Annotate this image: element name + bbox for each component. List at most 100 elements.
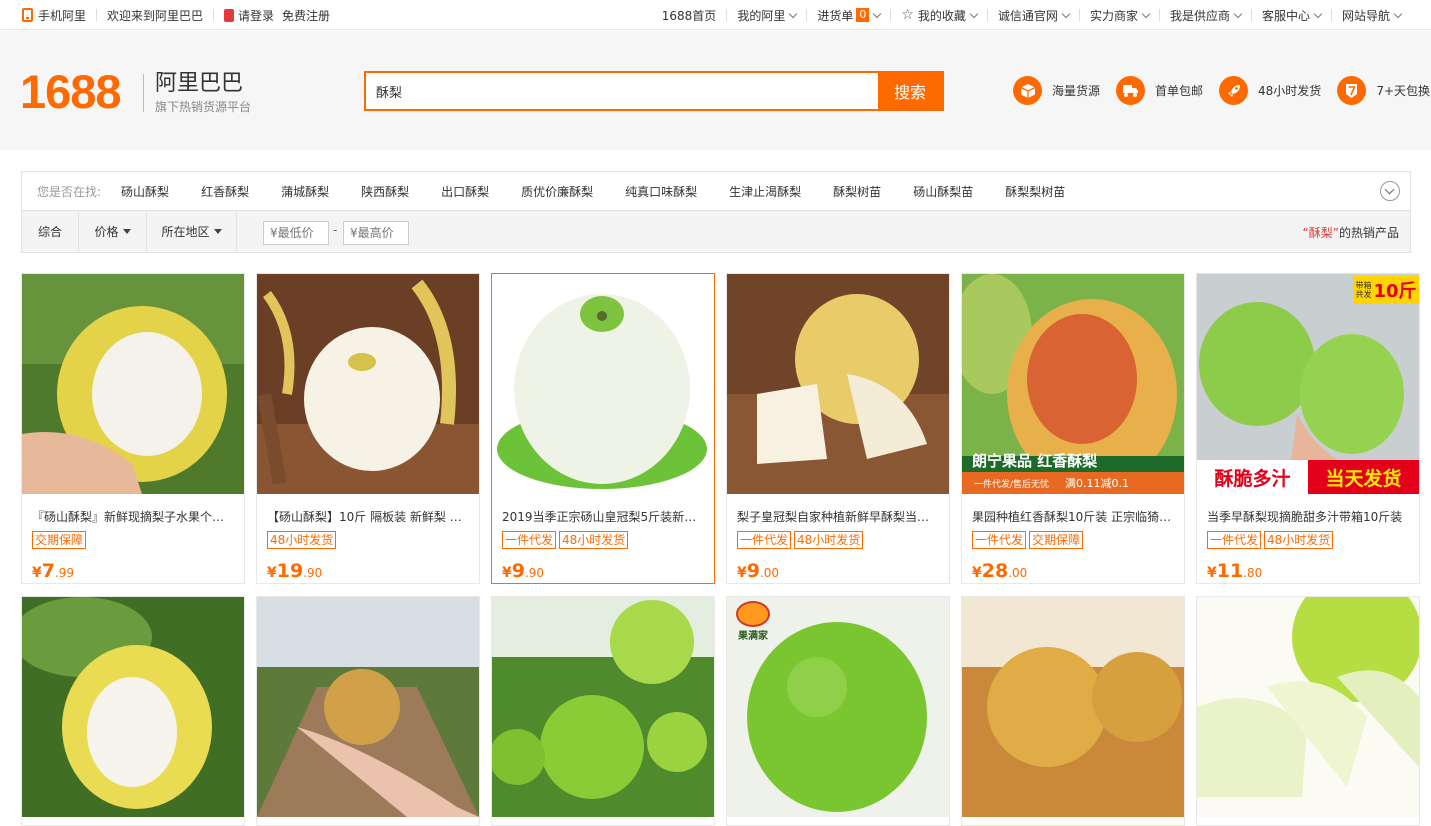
top-nav-item[interactable]: 实力商家 bbox=[1090, 7, 1151, 24]
product-banner: 酥脆多汁 当天发货 bbox=[1197, 460, 1419, 494]
related-keyword-link[interactable]: 生津止渴酥梨 bbox=[713, 183, 817, 200]
price-currency: ¥ bbox=[737, 565, 747, 581]
divider bbox=[1078, 9, 1080, 21]
product-card[interactable]: 梨子皇冠梨自家种植新鲜早酥梨当季水果 一件代发 48小时发货 ¥9.00 bbox=[726, 273, 950, 584]
service-tag: 一件代发 bbox=[502, 531, 557, 549]
login-link[interactable]: 请登录 bbox=[224, 7, 274, 24]
product-image[interactable] bbox=[257, 274, 479, 494]
related-search-label: 您是否在找: bbox=[37, 184, 102, 199]
service-48h-delivery[interactable]: 48小时发货 bbox=[1219, 76, 1321, 105]
product-card[interactable] bbox=[491, 596, 715, 826]
related-keyword-link[interactable]: 砀山酥梨苗 bbox=[897, 183, 989, 200]
top-nav-item[interactable]: 客服中心 bbox=[1262, 7, 1323, 24]
related-keyword-link[interactable]: 红香酥梨 bbox=[185, 183, 265, 200]
price-currency: ¥ bbox=[502, 565, 512, 581]
product-card[interactable] bbox=[21, 596, 245, 826]
product-image[interactable] bbox=[492, 597, 714, 817]
product-tags: 48小时发货 bbox=[267, 531, 337, 549]
top-nav-item[interactable]: ☆ 我的收藏 bbox=[901, 7, 979, 24]
product-image[interactable] bbox=[22, 274, 244, 494]
min-price-input[interactable] bbox=[263, 221, 329, 245]
product-card[interactable]: 『砀山酥梨』新鲜现摘梨子水果个大汁多 交期保障 ¥7.99 bbox=[21, 273, 245, 584]
related-keyword-link[interactable]: 砀山酥梨 bbox=[105, 183, 185, 200]
price-integer: 28 bbox=[981, 560, 1009, 582]
brand-logo: 果满家 bbox=[731, 601, 775, 649]
product-title[interactable]: 【砀山酥梨】10斤 隔板装 新鲜梨 现摘现发 bbox=[267, 508, 471, 525]
product-title[interactable]: 2019当季正宗砀山皇冠梨5斤装新鲜水果 bbox=[502, 508, 706, 525]
service-free-shipping[interactable]: 首单包邮 bbox=[1116, 76, 1203, 105]
price-integer: 7 bbox=[41, 560, 55, 582]
product-card[interactable]: 【砀山酥梨】10斤 隔板装 新鲜梨 现摘现发 48小时发货 ¥19.90 bbox=[256, 273, 480, 584]
product-image[interactable] bbox=[727, 274, 949, 494]
related-keyword-link[interactable]: 酥梨树苗 bbox=[817, 183, 897, 200]
related-keyword-link[interactable]: 陕西酥梨 bbox=[345, 183, 425, 200]
divider bbox=[986, 9, 988, 21]
search-button[interactable]: 搜索 bbox=[878, 73, 942, 109]
related-keyword-link[interactable]: 出口酥梨 bbox=[425, 183, 505, 200]
product-image[interactable]: 果满家 bbox=[727, 597, 949, 817]
logo-1688[interactable]: 1688 bbox=[20, 67, 122, 117]
related-keyword-link[interactable]: 质优价廉酥梨 bbox=[505, 183, 609, 200]
top-nav-item[interactable]: 1688首页 bbox=[662, 7, 717, 24]
related-keyword-link[interactable]: 纯真口味酥梨 bbox=[609, 183, 713, 200]
max-price-input[interactable] bbox=[343, 221, 409, 245]
service-massive-supply[interactable]: 海量货源 bbox=[1013, 76, 1100, 105]
product-image[interactable]: 带箱 共发 10斤 酥脆多汁 当天发货 bbox=[1197, 274, 1419, 494]
filter-region[interactable]: 所在地区 bbox=[147, 211, 237, 252]
divider bbox=[1158, 9, 1160, 21]
promo-strip: 一件代发/售后无忧 满0.11减0.1 bbox=[962, 472, 1184, 494]
product-tags: 一件代发 48小时发货 bbox=[1207, 531, 1334, 549]
sort-price[interactable]: 价格 bbox=[79, 211, 147, 252]
product-card[interactable]: 带箱 共发 10斤 酥脆多汁 当天发货 当季早酥梨现摘脆甜多汁带箱10斤装 一件代… bbox=[1196, 273, 1420, 584]
logo-name[interactable]: 阿里巴巴 bbox=[155, 71, 243, 97]
divider bbox=[96, 9, 98, 21]
product-image[interactable] bbox=[1197, 597, 1419, 817]
price-currency: ¥ bbox=[267, 565, 277, 581]
product-image[interactable] bbox=[22, 597, 244, 817]
divider bbox=[1250, 9, 1252, 21]
brand-logo-text: 果满家 bbox=[738, 631, 768, 642]
promo-strip-text: 一件代发/售后无忧 bbox=[974, 479, 1050, 490]
product-image[interactable] bbox=[492, 274, 714, 494]
product-card[interactable] bbox=[1196, 596, 1420, 826]
product-title[interactable]: 梨子皇冠梨自家种植新鲜早酥梨当季水果 bbox=[737, 508, 941, 525]
related-keyword-link[interactable]: 酥梨梨树苗 bbox=[989, 183, 1081, 200]
corner-badge-weight: 10斤 bbox=[1373, 281, 1417, 302]
product-image[interactable] bbox=[257, 597, 479, 817]
price-integer: 9 bbox=[511, 560, 525, 582]
product-image[interactable] bbox=[962, 597, 1184, 817]
related-keyword-link[interactable]: 蒲城酥梨 bbox=[265, 183, 345, 200]
product-image[interactable]: 朗宁果品 红香酥梨 一件代发/售后无忧 满0.11减0.1 bbox=[962, 274, 1184, 494]
top-nav-label: 我的阿里 bbox=[737, 8, 786, 23]
expand-chevron-icon[interactable] bbox=[1380, 181, 1400, 201]
product-title[interactable]: 果园种植红香酥梨10斤装 正宗临猗红香酥 bbox=[972, 508, 1176, 525]
product-card[interactable] bbox=[256, 596, 480, 826]
search-input[interactable] bbox=[366, 73, 878, 109]
product-price: ¥28.00 bbox=[972, 560, 1027, 582]
register-link[interactable]: 免费注册 bbox=[282, 7, 330, 24]
star-icon: ☆ bbox=[901, 7, 914, 23]
price-decimal: .90 bbox=[303, 566, 323, 580]
product-card[interactable] bbox=[961, 596, 1185, 826]
sort-overall[interactable]: 综合 bbox=[22, 211, 79, 252]
top-nav: 1688首页 我的阿里 进货单 0 ☆ 我的收藏 诚信通官网 实力商家 我是供应商 客服中心 网站导… bbox=[662, 0, 1403, 30]
top-nav-item[interactable]: 我是供应商 bbox=[1170, 7, 1243, 24]
product-card[interactable]: 朗宁果品 红香酥梨 一件代发/售后无忧 满0.11减0.1 果园种植红香酥梨10… bbox=[961, 273, 1185, 584]
hot-products-label: “酥梨”的热销产品 bbox=[1303, 224, 1399, 241]
service-label: 海量货源 bbox=[1052, 84, 1101, 98]
product-price: ¥19.90 bbox=[267, 560, 322, 582]
top-nav-item[interactable]: 进货单 0 bbox=[817, 7, 882, 24]
product-card[interactable]: 2019当季正宗砀山皇冠梨5斤装新鲜水果 一件代发 48小时发货 ¥9.90 bbox=[491, 273, 715, 584]
top-nav-item[interactable]: 网站导航 bbox=[1341, 7, 1403, 24]
mobile-link[interactable]: 手机阿里 bbox=[22, 7, 86, 24]
top-nav-item[interactable]: 诚信通官网 bbox=[998, 7, 1071, 24]
product-title[interactable]: 当季早酥梨现摘脆甜多汁带箱10斤装 bbox=[1207, 508, 1411, 525]
search-box: 搜索 bbox=[364, 71, 944, 111]
divider bbox=[1330, 9, 1332, 21]
top-nav-item[interactable]: 我的阿里 bbox=[737, 7, 798, 24]
top-nav-label: 网站导航 bbox=[1341, 8, 1390, 23]
service-7day-exchange[interactable]: 7+天包换 bbox=[1337, 76, 1430, 105]
hot-suffix: 的热销产品 bbox=[1338, 226, 1399, 240]
product-title[interactable]: 『砀山酥梨』新鲜现摘梨子水果个大汁多 bbox=[32, 508, 236, 525]
product-card[interactable]: 果满家 bbox=[726, 596, 950, 826]
